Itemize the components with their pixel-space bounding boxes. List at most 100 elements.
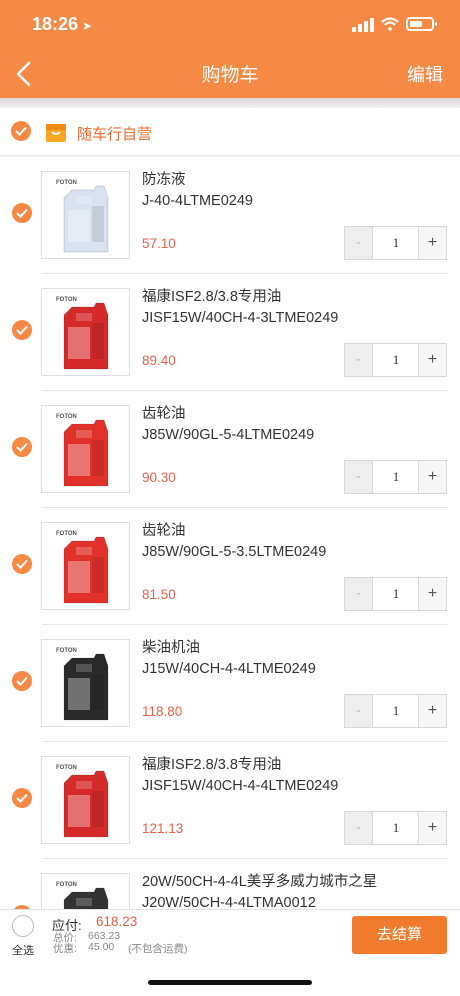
- product-image[interactable]: FOTON: [41, 288, 130, 376]
- oil-jug-image: FOTON: [56, 531, 109, 604]
- quantity-stepper: - 1 +: [344, 343, 447, 377]
- status-bar: 18:26 ➤: [0, 12, 460, 38]
- oil-jug-image: FOTON: [56, 297, 109, 370]
- quantity-value[interactable]: 1: [373, 695, 419, 727]
- checkout-button[interactable]: 去结算: [352, 916, 447, 954]
- product-name[interactable]: 柴油机油: [142, 638, 200, 659]
- product-price: 57.10: [142, 236, 176, 251]
- brand-text: FOTON: [56, 882, 77, 888]
- quantity-value[interactable]: 1: [373, 344, 419, 376]
- product-code: J85W/90GL-5-4LTME0249: [142, 427, 315, 443]
- product-code: J15W/40CH-4-4LTME0249: [142, 661, 316, 677]
- decrease-button[interactable]: -: [345, 461, 373, 493]
- check-icon: [16, 325, 28, 335]
- product-code: J85W/90GL-5-3.5LTME0249: [142, 544, 327, 560]
- check-icon: [16, 676, 28, 686]
- quantity-value[interactable]: 1: [373, 227, 419, 259]
- product-price: 89.40: [142, 353, 176, 368]
- product-code: J-40-4LTME0249: [142, 193, 253, 209]
- brand-text: FOTON: [56, 297, 77, 303]
- product-name[interactable]: 福康ISF2.8/3.8专用油: [142, 755, 281, 776]
- quantity-stepper: - 1 +: [344, 694, 447, 728]
- product-image[interactable]: FOTON: [41, 639, 130, 727]
- increase-button[interactable]: +: [418, 812, 446, 844]
- check-icon: [16, 208, 28, 218]
- increase-button[interactable]: +: [418, 344, 446, 376]
- select-all-label: 全选: [12, 945, 34, 957]
- store-name[interactable]: 随车行自营: [77, 123, 152, 144]
- product-name[interactable]: 防冻液: [142, 170, 186, 191]
- check-icon: [16, 442, 28, 452]
- item-checkbox[interactable]: [12, 437, 32, 457]
- increase-button[interactable]: +: [418, 695, 446, 727]
- brand-text: FOTON: [56, 648, 77, 654]
- oil-jug-image: FOTON: [56, 882, 109, 909]
- battery-icon: [406, 17, 437, 31]
- cart-item: FOTON 齿轮油 J85W/90GL-5-3.5LTME0249 81.50 …: [0, 508, 460, 625]
- cart-item: FOTON 防冻液 J-40-4LTME0249 57.10 - 1 +: [0, 157, 460, 274]
- oil-jug-image: FOTON: [56, 648, 109, 721]
- product-price: 81.50: [142, 587, 176, 602]
- product-image[interactable]: FOTON: [41, 171, 130, 259]
- product-name[interactable]: 20W/50CH-4-4L美孚多威力城市之星: [142, 872, 377, 893]
- item-checkbox[interactable]: [12, 203, 32, 223]
- quantity-stepper: - 1 +: [344, 226, 447, 260]
- product-code: JISF15W/40CH-4-4LTME0249: [142, 778, 339, 794]
- decrease-button[interactable]: -: [345, 812, 373, 844]
- quantity-stepper: - 1 +: [344, 811, 447, 845]
- amount-due-value: 618.23: [96, 914, 138, 929]
- check-icon: [15, 126, 27, 136]
- product-name[interactable]: 齿轮油: [142, 521, 186, 542]
- wifi-icon: [381, 17, 399, 31]
- oil-jug-image: FOTON: [56, 180, 109, 253]
- quantity-value[interactable]: 1: [373, 578, 419, 610]
- quantity-stepper: - 1 +: [344, 460, 447, 494]
- item-checkbox[interactable]: [12, 320, 32, 340]
- edit-button[interactable]: 编辑: [407, 61, 443, 87]
- increase-button[interactable]: +: [418, 227, 446, 259]
- decrease-button[interactable]: -: [345, 344, 373, 376]
- quantity-value[interactable]: 1: [373, 812, 419, 844]
- product-image[interactable]: FOTON: [41, 522, 130, 610]
- brand-text: FOTON: [56, 765, 77, 771]
- page-title: 购物车: [201, 65, 259, 86]
- cart-item: FOTON 福康ISF2.8/3.8专用油 JISF15W/40CH-4-3LT…: [0, 274, 460, 391]
- item-checkbox[interactable]: [12, 671, 32, 691]
- select-all-checkbox[interactable]: [12, 915, 34, 937]
- product-image[interactable]: FOTON: [41, 873, 130, 909]
- store-checkbox[interactable]: [11, 121, 31, 141]
- quantity-stepper: - 1 +: [344, 577, 447, 611]
- product-price: 90.30: [142, 470, 176, 485]
- cart-item: FOTON 福康ISF2.8/3.8专用油 JISF15W/40CH-4-4LT…: [0, 742, 460, 859]
- cart-item: FOTON 齿轮油 J85W/90GL-5-4LTME0249 90.30 - …: [0, 391, 460, 508]
- product-image[interactable]: FOTON: [41, 405, 130, 493]
- brand-text: FOTON: [56, 414, 77, 420]
- product-price: 121.13: [142, 821, 184, 836]
- product-image[interactable]: FOTON: [41, 756, 130, 844]
- home-indicator: [148, 980, 312, 985]
- decrease-button[interactable]: -: [345, 227, 373, 259]
- app-header: 18:26 ➤ 购物车 编辑: [0, 0, 460, 98]
- product-name[interactable]: 福康ISF2.8/3.8专用油: [142, 287, 281, 308]
- brand-text: FOTON: [56, 531, 77, 537]
- store-row: 随车行自营: [0, 108, 460, 156]
- header-divider: [0, 98, 460, 108]
- cart-list: FOTON 防冻液 J-40-4LTME0249 57.10 - 1 + FOT…: [0, 157, 460, 909]
- signal-icon: [352, 18, 374, 32]
- increase-button[interactable]: +: [418, 461, 446, 493]
- product-code: JISF15W/40CH-4-3LTME0249: [142, 310, 339, 326]
- location-arrow-icon: ➤: [82, 19, 93, 33]
- product-name[interactable]: 齿轮油: [142, 404, 186, 425]
- oil-jug-image: FOTON: [56, 414, 109, 487]
- cart-item: FOTON 20W/50CH-4-4L美孚多威力城市之星 J20W/50CH-4…: [0, 859, 460, 909]
- decrease-button[interactable]: -: [345, 578, 373, 610]
- brand-text: FOTON: [56, 180, 77, 186]
- status-time: 18:26 ➤: [32, 14, 93, 34]
- cart-item: FOTON 柴油机油 J15W/40CH-4-4LTME0249 118.80 …: [0, 625, 460, 742]
- decrease-button[interactable]: -: [345, 695, 373, 727]
- check-icon: [16, 559, 28, 569]
- item-checkbox[interactable]: [12, 788, 32, 808]
- item-checkbox[interactable]: [12, 554, 32, 574]
- increase-button[interactable]: +: [418, 578, 446, 610]
- quantity-value[interactable]: 1: [373, 461, 419, 493]
